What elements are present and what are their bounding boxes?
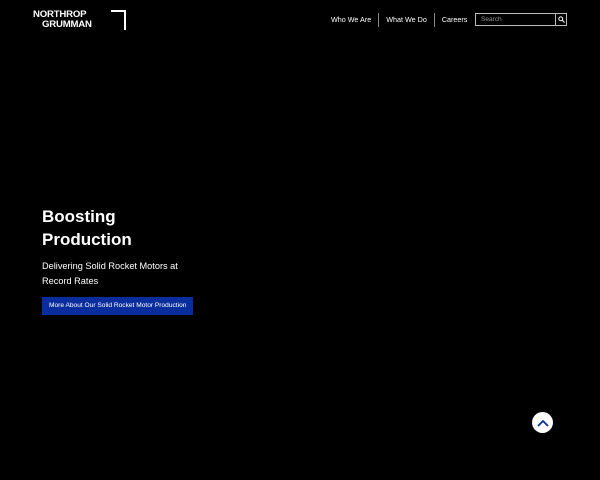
hero-cta-button[interactable]: More About Our Solid Rocket Motor Produc… bbox=[42, 297, 194, 315]
main-nav: Who We Are What We Do Careers bbox=[324, 12, 474, 27]
chevron-up-icon bbox=[537, 419, 548, 426]
search-icon bbox=[557, 16, 565, 23]
logo-wordmark: NORTHROP GRUMMAN bbox=[33, 10, 92, 30]
scroll-to-top-button[interactable] bbox=[532, 412, 553, 433]
logo-bracket-mark bbox=[111, 10, 126, 30]
hero-title: Boosting Production bbox=[42, 207, 132, 249]
search-input[interactable] bbox=[476, 14, 555, 25]
hero-subtitle: Delivering Solid Rocket Motors at Record… bbox=[42, 261, 178, 286]
nav-who-we-are[interactable]: Who We Are bbox=[324, 12, 378, 27]
nav-careers[interactable]: Careers bbox=[435, 12, 475, 27]
hero-section: Boosting Production Delivering Solid Roc… bbox=[42, 205, 242, 315]
northrop-grumman-logo[interactable]: NORTHROP GRUMMAN bbox=[33, 10, 127, 31]
nav-what-we-do[interactable]: What We Do bbox=[379, 12, 434, 27]
logo-line-2: GRUMMAN bbox=[42, 19, 92, 30]
search-button[interactable] bbox=[555, 14, 566, 25]
search-form bbox=[475, 13, 567, 26]
